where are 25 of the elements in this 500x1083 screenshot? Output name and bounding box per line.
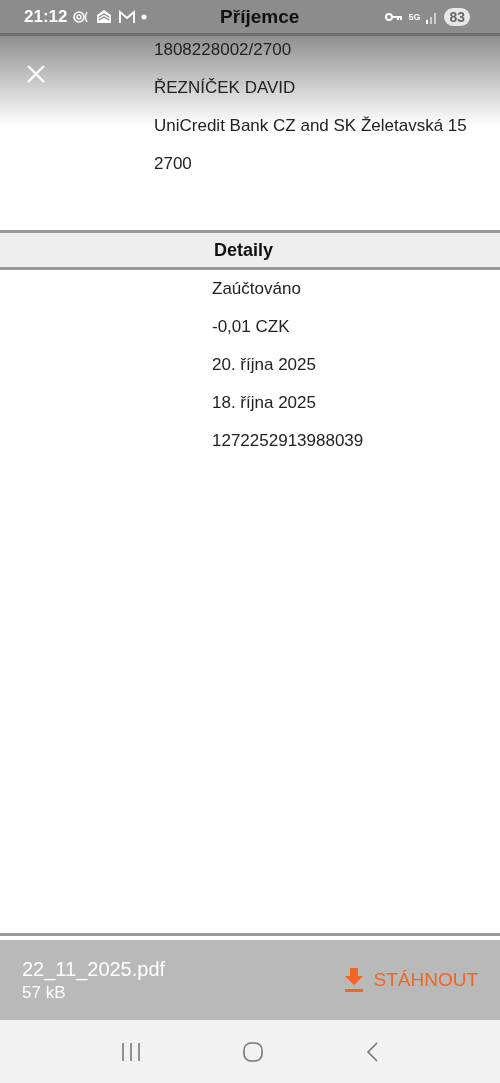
recipient-detail: 2700 — [154, 153, 193, 175]
network-indicator: 5G — [408, 12, 421, 21]
three-lines-icon — [120, 1041, 142, 1062]
detail-value: 1272252913988039 — [212, 430, 365, 452]
section-header: Detaily — [0, 233, 500, 270]
download-button[interactable]: STÁHNOUT — [343, 964, 478, 996]
key-icon — [385, 11, 404, 22]
download-icon — [343, 968, 364, 992]
detail-value: 20. října 2025 — [212, 354, 317, 376]
status-time: 21:12 — [24, 6, 68, 27]
detail-value: 18. října 2025 — [212, 392, 317, 414]
dot-icon — [141, 13, 148, 20]
chevron-left-icon — [364, 1040, 380, 1063]
file-name: 22_11_2025.pdf — [22, 957, 167, 982]
rounded-square-icon — [242, 1040, 264, 1063]
file-size: 57 kB — [22, 982, 67, 1004]
mail-icon — [118, 9, 137, 24]
recipient-detail: UniCredit Bank CZ and SK Želetavská 15 — [154, 115, 468, 137]
battery-level: 83 — [444, 7, 470, 26]
recipient-detail: 1808228002/2700 — [154, 39, 293, 61]
recipient-detail: ŘEZNÍČEK DAVID — [154, 77, 297, 99]
envelope-stack-icon — [95, 8, 114, 25]
detail-value: Zaúčtováno — [212, 278, 302, 300]
detail-value: -0,01 CZK — [212, 316, 291, 338]
page-title: Příjemce — [219, 5, 301, 28]
